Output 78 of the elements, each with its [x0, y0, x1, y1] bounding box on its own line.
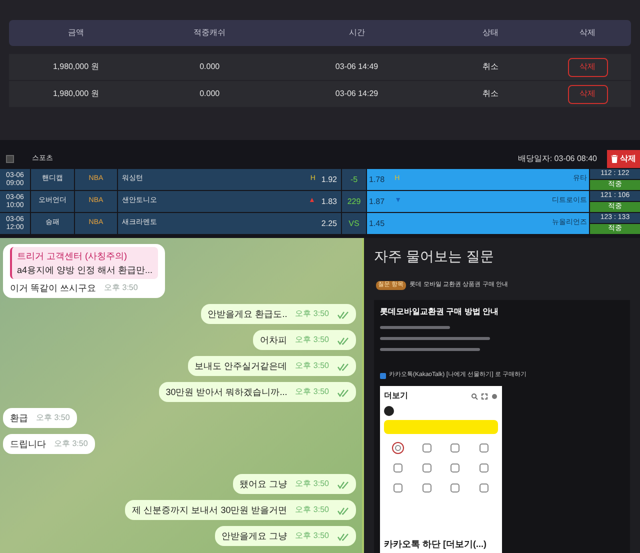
message-time: 오후 3:50: [104, 282, 138, 294]
message-text: 30만원 받아서 뭐하겠습니까...: [166, 386, 288, 399]
page-title: 자주 물어보는 질문: [373, 247, 495, 266]
column-header: 상태: [482, 27, 500, 39]
handicap-cell: VS: [342, 213, 366, 234]
delete-button[interactable]: 삭제: [568, 84, 608, 104]
table-cell-text: 0.000: [198, 61, 221, 73]
odds-value: 1.45: [369, 218, 385, 230]
grid-icon: [420, 442, 433, 454]
checkbox[interactable]: [6, 155, 14, 163]
odds-value: 1.92: [321, 174, 337, 186]
grid-icon: [420, 482, 433, 494]
column-header: 적중캐쉬: [192, 27, 227, 39]
odds-value: 1.83: [321, 196, 337, 208]
table-cell-text: 0.000: [198, 88, 221, 100]
grid-icon: [392, 462, 404, 474]
grid-icon: [449, 462, 462, 474]
message-text: 안받을게요 그냥: [222, 530, 288, 543]
message-time: 오후 3:50: [295, 386, 329, 398]
odds-value: 1.87: [369, 196, 385, 208]
message-time: 오후 3:50: [295, 360, 329, 372]
table-cell-text: 1,980,000 원: [52, 61, 100, 73]
caption-text: 카카오톡 하단 [더보기(...): [380, 538, 502, 553]
column-header: 금액: [66, 27, 85, 39]
grid-icon: [478, 442, 490, 454]
circled-icon: [392, 442, 404, 454]
grid-icon: [420, 462, 433, 474]
table-cell-text: 취소: [482, 61, 500, 73]
checkbox-icon: [380, 372, 386, 378]
column-header: 시간: [348, 27, 366, 39]
double-check-icon: [337, 311, 349, 319]
message-text: 이거 똑같이 쓰시구요: [10, 282, 96, 295]
double-check-icon: [337, 337, 349, 345]
message-text: 어차피: [260, 334, 288, 347]
trash-icon: [611, 155, 618, 163]
message-text: 제 신분증까지 보내서 30만원 받을거면: [132, 504, 288, 517]
grid-icon: [449, 442, 462, 454]
delete-button[interactable]: 삭제: [607, 150, 640, 168]
message-text: 보내도 안주실거같은데: [194, 360, 288, 373]
settings-icon: [491, 392, 498, 400]
message-time: 오후 3:50: [295, 504, 329, 516]
odds-value: 1.78: [369, 174, 385, 186]
quoted-text: a4용지에 양방 인정 해서 환급만...: [17, 264, 153, 277]
table-cell-text: 취소: [482, 88, 500, 100]
double-check-icon: [337, 533, 349, 541]
double-check-icon: [337, 481, 349, 489]
grid-icon: [478, 482, 490, 494]
handicap-cell: 229: [342, 191, 366, 212]
grid-icon: [449, 482, 462, 494]
double-check-icon: [337, 507, 349, 515]
message-time: 오후 3:50: [36, 412, 70, 424]
double-check-icon: [337, 389, 349, 397]
column-header: 삭제: [578, 27, 597, 39]
odds-value: 2.25: [321, 218, 337, 230]
message-time: 오후 3:50: [54, 438, 88, 450]
quoted-sender: 트리거 고객센터 (사칭주의): [17, 250, 128, 263]
message-text: 됐어요 그냥: [240, 478, 288, 491]
grid-icon: [478, 462, 490, 474]
bet-date: 배당일자: 03-06 08:40: [518, 153, 597, 165]
blurred-text-drawing: [380, 326, 450, 329]
delete-button[interactable]: 삭제: [568, 58, 608, 76]
message-text: 환급: [10, 412, 28, 425]
double-check-icon: [337, 363, 349, 371]
card-title: 롯데모바일교환권 구매 방법 안내: [380, 306, 500, 318]
message-time: 오후 3:50: [295, 308, 329, 320]
scan-icon: [481, 392, 488, 400]
screen-title: 더보기: [384, 390, 408, 402]
message-time: 오후 3:50: [295, 334, 329, 346]
message-text: 드립니다: [10, 438, 46, 451]
table-cell-text: 1,980,000 원: [52, 88, 100, 100]
message-time: 오후 3:50: [295, 478, 329, 490]
grid-icon: [392, 482, 404, 494]
table-cell-text: 03-06 14:49: [334, 61, 380, 73]
handicap-cell: -5: [342, 169, 366, 190]
message-text: 안받을게요 환급도..: [208, 308, 288, 321]
message-time: 오후 3:50: [295, 530, 329, 542]
search-icon: [471, 392, 478, 400]
table-cell-text: 03-06 14:29: [334, 88, 380, 100]
